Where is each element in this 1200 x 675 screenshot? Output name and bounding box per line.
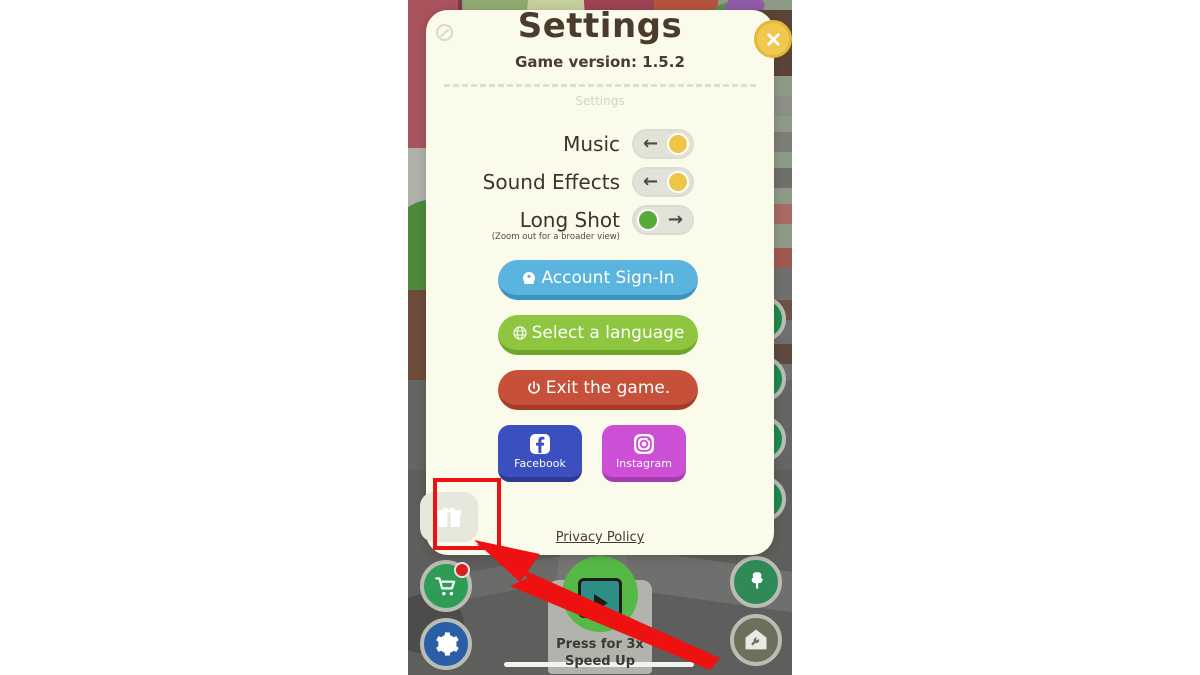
letterbox-right	[792, 0, 1200, 675]
letterbox-left	[0, 0, 408, 675]
long-shot-sublabel: (Zoom out for a broader view)	[491, 232, 620, 242]
instagram-button[interactable]: Instagram	[602, 425, 686, 482]
account-sign-in-label: Account Sign-In	[541, 267, 675, 288]
instagram-icon	[634, 434, 654, 454]
close-button[interactable]	[754, 20, 792, 58]
toggle-arrow-right-icon: →	[667, 209, 683, 230]
long-shot-toggle[interactable]: →	[632, 205, 694, 235]
page-title: Settings	[517, 6, 683, 46]
house-wrench-icon	[745, 629, 767, 650]
toggle-knob	[667, 171, 689, 193]
annotation-arrow	[474, 540, 720, 670]
person-badge-icon	[521, 270, 537, 286]
power-icon	[526, 380, 542, 396]
account-sign-in-button[interactable]: Account Sign-In	[498, 260, 698, 300]
facebook-label: Facebook	[514, 457, 566, 470]
clover-icon	[751, 572, 763, 589]
shop-notification-badge	[454, 562, 470, 578]
facebook-button[interactable]: Facebook	[498, 425, 582, 482]
settings-modal: Settings Game version: 1.5.2 Settings Mu…	[420, 6, 792, 555]
exit-game-label: Exit the game.	[545, 377, 671, 398]
close-icon	[766, 32, 780, 46]
build-mode-button[interactable]	[730, 614, 782, 666]
clover-hud-button[interactable]	[730, 556, 782, 608]
long-shot-label: Long Shot	[519, 208, 620, 232]
screenshot-root: Press for 3x Speed Up Settings Game vers…	[0, 0, 1200, 675]
select-language-label: Select a language	[531, 322, 685, 343]
gear-icon	[436, 632, 459, 656]
sound-effects-toggle[interactable]: ←	[632, 167, 694, 197]
toggle-arrow-left-icon: ←	[643, 133, 659, 154]
facebook-icon	[530, 434, 550, 454]
setting-row-sound-effects: Sound Effects ←	[426, 165, 774, 199]
tab-settings[interactable]: Settings	[426, 94, 774, 108]
select-language-button[interactable]: Select a language	[498, 315, 698, 355]
settings-button[interactable]	[420, 618, 472, 670]
music-label: Music	[563, 132, 620, 156]
shop-button[interactable]	[420, 560, 472, 612]
game-version-label: Game version: 1.5.2	[515, 53, 685, 71]
divider	[444, 84, 756, 87]
shopping-cart-icon	[435, 577, 456, 596]
instagram-label: Instagram	[616, 457, 672, 470]
toggle-knob	[637, 209, 659, 231]
globe-icon	[512, 325, 528, 341]
sound-effects-label: Sound Effects	[482, 170, 620, 194]
exit-game-button[interactable]: Exit the game.	[498, 370, 698, 410]
music-toggle[interactable]: ←	[632, 129, 694, 159]
toggle-arrow-left-icon: ←	[643, 171, 659, 192]
toggle-knob	[667, 133, 689, 155]
setting-row-music: Music ←	[426, 127, 774, 161]
